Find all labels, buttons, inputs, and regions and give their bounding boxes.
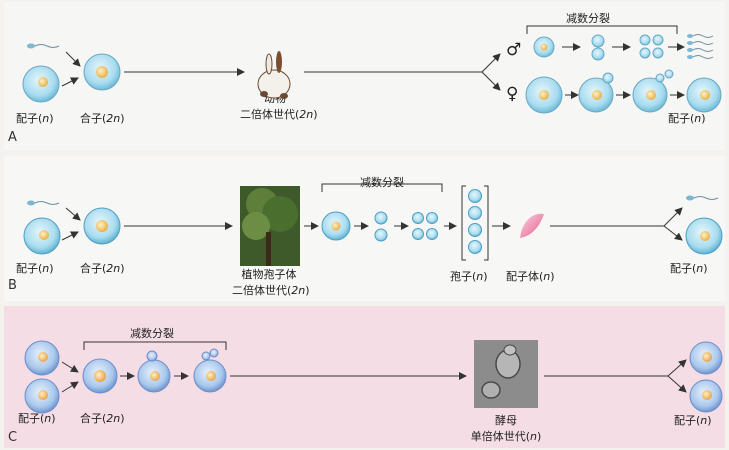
panel-b: B 配子(n) 合子(2n) 植物孢子体 二倍体世代(2n) 减数分裂 孢子(n… [4, 156, 725, 301]
panel-a: A 配子(n) 合子(2n) 动物 二倍体世代(2n) 减数分裂 ♂ ♀ 配子(… [4, 2, 725, 150]
panel-a-graphics [22, 25, 722, 114]
meiosis-bracket [83, 341, 227, 350]
budding-cell [193, 348, 227, 393]
panel-b-graphics [23, 183, 723, 266]
meiosis-bracket [321, 183, 443, 192]
budding-cell [137, 350, 171, 393]
rabbit-icon [257, 51, 291, 99]
female-meiosis-row [525, 69, 722, 114]
zygote-cell [82, 358, 118, 394]
sperm-icon [27, 200, 60, 206]
gamete-cell [23, 217, 61, 255]
yeast-micrograph [474, 340, 538, 408]
panel-c-graphics [24, 340, 723, 414]
gamete-cell [685, 217, 723, 255]
meiosis-cells [321, 211, 457, 242]
panel-c: C 减数分裂 配子(n) 合子(2n) 酵母 单倍体世代(n) 配子(n) [4, 306, 725, 448]
zygote-cell [83, 207, 121, 245]
sperm-icon [27, 43, 60, 49]
gamete-cells [24, 340, 60, 414]
tree-photo [240, 186, 300, 266]
meiosis-bracket [526, 25, 678, 34]
sperm-icon [687, 34, 714, 59]
gametophyte-icon [520, 213, 544, 238]
zygote-cell [83, 53, 121, 91]
male-meiosis-row [533, 34, 714, 61]
gamete-cells [689, 341, 723, 413]
spore-stack [461, 185, 489, 261]
sperm-icon [686, 195, 719, 201]
gamete-cell [22, 65, 60, 103]
